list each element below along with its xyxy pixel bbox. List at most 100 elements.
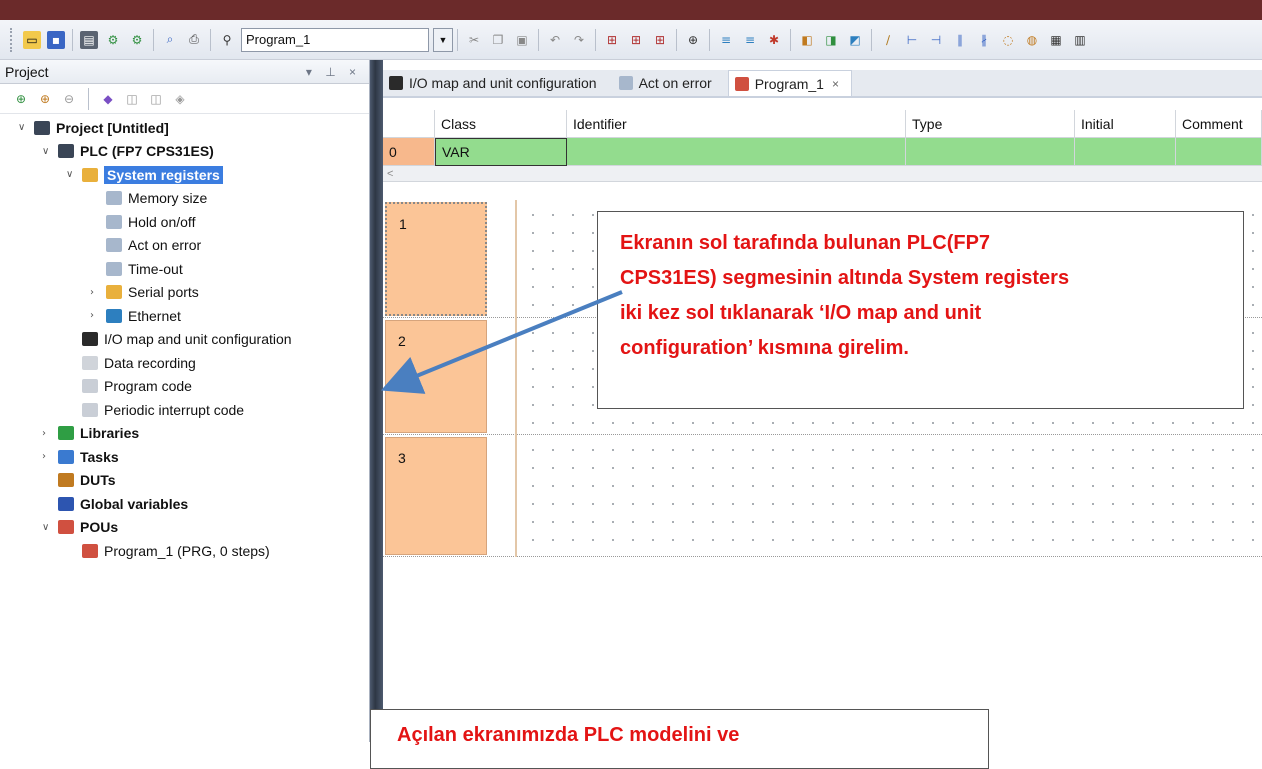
add-item-icon[interactable]: ⊕ bbox=[12, 90, 30, 108]
tree-node[interactable]: ∨ POUs bbox=[0, 516, 369, 540]
column-header-type[interactable]: Type bbox=[906, 110, 1075, 138]
function-icon[interactable]: ∦ bbox=[975, 31, 993, 49]
copy-icon[interactable]: ❐ bbox=[489, 31, 507, 49]
print-icon[interactable]: ⎙ bbox=[185, 31, 203, 49]
function-icon[interactable]: ◌ bbox=[999, 31, 1017, 49]
redo-icon[interactable]: ↷ bbox=[570, 31, 588, 49]
table-row[interactable]: 0 VAR bbox=[383, 138, 1262, 166]
undo-icon[interactable]: ↶ bbox=[546, 31, 564, 49]
panel-splitter[interactable] bbox=[370, 60, 383, 742]
tree-node[interactable]: Hold on/off bbox=[0, 210, 369, 234]
cut-icon[interactable]: ✂ bbox=[465, 31, 483, 49]
wrench-icon bbox=[106, 238, 122, 253]
new-project-icon[interactable]: ▭ bbox=[23, 30, 41, 49]
function-icon[interactable]: ⊣ bbox=[927, 31, 945, 49]
io-map-icon bbox=[389, 76, 403, 90]
tree-node[interactable]: Memory size bbox=[0, 187, 369, 211]
paste-icon[interactable]: ▣ bbox=[513, 31, 531, 49]
rung-number[interactable]: 2 bbox=[385, 320, 487, 433]
function-icon[interactable]: ◩ bbox=[846, 31, 864, 49]
ladder-rung[interactable]: 3 bbox=[383, 435, 1262, 557]
tree-node[interactable]: Data recording bbox=[0, 351, 369, 375]
chevron-right-icon[interactable]: › bbox=[42, 428, 54, 439]
tab-program-1[interactable]: Program_1 × bbox=[727, 70, 852, 96]
row-index-cell[interactable]: 0 bbox=[383, 138, 435, 166]
column-header-comment[interactable]: Comment bbox=[1176, 110, 1262, 138]
function-icon[interactable]: ▥ bbox=[1071, 31, 1089, 49]
initial-cell[interactable] bbox=[1075, 138, 1176, 166]
monitor-icon[interactable]: ⊞ bbox=[627, 31, 645, 49]
tree-node[interactable]: › Serial ports bbox=[0, 281, 369, 305]
chevron-right-icon[interactable]: › bbox=[42, 451, 54, 462]
tree-node[interactable]: DUTs bbox=[0, 469, 369, 493]
tree-node[interactable]: › Libraries bbox=[0, 422, 369, 446]
tree-node[interactable]: ∨ Project [Untitled] bbox=[0, 116, 369, 140]
tab-i-o-map-and-unit-configuration[interactable]: I/O map and unit configuration bbox=[383, 70, 609, 96]
column-header[interactable] bbox=[383, 110, 435, 138]
chevron-down-icon[interactable]: ▼ bbox=[433, 27, 453, 52]
tree-node[interactable]: Program_1 (PRG, 0 steps) bbox=[0, 539, 369, 563]
rung-number[interactable]: 3 bbox=[385, 437, 487, 555]
tree-node[interactable]: ∨ System registers bbox=[0, 163, 369, 187]
chevron-right-icon[interactable]: › bbox=[90, 287, 102, 298]
function-icon[interactable]: ≡ bbox=[741, 31, 759, 49]
view-icon[interactable]: ◫ bbox=[123, 90, 141, 108]
tree-node[interactable]: Time-out bbox=[0, 257, 369, 281]
rung-number[interactable]: 1 bbox=[385, 202, 487, 316]
coil-icon[interactable]: ⊕ bbox=[684, 31, 702, 49]
comment-cell[interactable] bbox=[1176, 138, 1262, 166]
print-preview-icon[interactable]: ⌕ bbox=[161, 31, 179, 49]
record-icon bbox=[82, 355, 98, 370]
function-icon[interactable]: ⊢ bbox=[903, 31, 921, 49]
rung-grid[interactable] bbox=[523, 441, 1262, 550]
column-header-identifier[interactable]: Identifier bbox=[567, 110, 906, 138]
chevron-down-icon[interactable]: ∨ bbox=[18, 122, 30, 133]
scroll-left-icon[interactable]: < bbox=[387, 168, 393, 180]
save-icon[interactable]: ▪ bbox=[47, 30, 65, 49]
function-icon[interactable]: ◧ bbox=[798, 31, 816, 49]
online-icon[interactable]: ⚙ bbox=[104, 31, 122, 49]
chevron-right-icon[interactable]: › bbox=[90, 310, 102, 321]
tree-node[interactable]: Global variables bbox=[0, 492, 369, 516]
program-combo[interactable]: Program_1 bbox=[241, 27, 429, 52]
class-cell[interactable]: VAR bbox=[435, 138, 567, 166]
function-icon[interactable]: ◨ bbox=[822, 31, 840, 49]
properties-icon[interactable]: ◆ bbox=[99, 90, 117, 108]
view-icon[interactable]: ◈ bbox=[171, 90, 189, 108]
horizontal-scrollbar[interactable]: < bbox=[383, 166, 1262, 182]
identifier-cell[interactable] bbox=[567, 138, 906, 166]
panel-controls[interactable]: ▾ ⊥ × bbox=[306, 65, 361, 79]
tree-node[interactable]: I/O map and unit configuration bbox=[0, 328, 369, 352]
type-cell[interactable] bbox=[906, 138, 1075, 166]
column-header-class[interactable]: Class bbox=[435, 110, 567, 138]
function-icon[interactable]: ◍ bbox=[1023, 31, 1041, 49]
delete-icon[interactable]: ⊖ bbox=[60, 90, 78, 108]
chevron-down-icon[interactable]: ∨ bbox=[42, 522, 54, 533]
toolbar-grip[interactable] bbox=[10, 27, 16, 52]
pou-icon[interactable]: ⊞ bbox=[603, 31, 621, 49]
function-icon[interactable]: ▦ bbox=[1047, 31, 1065, 49]
column-header-initial[interactable]: Initial bbox=[1075, 110, 1176, 138]
find-icon[interactable]: ⚲ bbox=[218, 31, 236, 49]
tree-node[interactable]: Periodic interrupt code bbox=[0, 398, 369, 422]
tree-node[interactable]: ∨ PLC (FP7 CPS31ES) bbox=[0, 140, 369, 164]
add-folder-icon[interactable]: ⊕ bbox=[36, 90, 54, 108]
chevron-down-icon[interactable]: ∨ bbox=[66, 169, 78, 180]
function-icon[interactable]: ✱ bbox=[765, 31, 783, 49]
pou-icon bbox=[58, 520, 74, 535]
main-toolbar: ▭ ▪ ▤ ⚙ ⚙ ⌕ ⎙ ⚲ Program_1 ▼ ✂ ❐ ▣ ↶ ↷ ⊞ … bbox=[0, 20, 1262, 60]
offline-icon[interactable]: ⚙ bbox=[128, 31, 146, 49]
compile-icon[interactable]: ▤ bbox=[80, 30, 98, 49]
tree-node[interactable]: Program code bbox=[0, 375, 369, 399]
function-icon[interactable]: ∕ bbox=[879, 31, 897, 49]
function-icon[interactable]: ≡ bbox=[717, 31, 735, 49]
chevron-down-icon[interactable]: ∨ bbox=[42, 146, 54, 157]
tree-node[interactable]: › Tasks bbox=[0, 445, 369, 469]
tree-node[interactable]: › Ethernet bbox=[0, 304, 369, 328]
view-icon[interactable]: ◫ bbox=[147, 90, 165, 108]
contact-icon[interactable]: ⊞ bbox=[651, 31, 669, 49]
tree-node[interactable]: Act on error bbox=[0, 234, 369, 258]
tab-act-on-error[interactable]: Act on error bbox=[613, 70, 724, 96]
function-icon[interactable]: ∥ bbox=[951, 31, 969, 49]
close-icon[interactable]: × bbox=[832, 77, 839, 91]
